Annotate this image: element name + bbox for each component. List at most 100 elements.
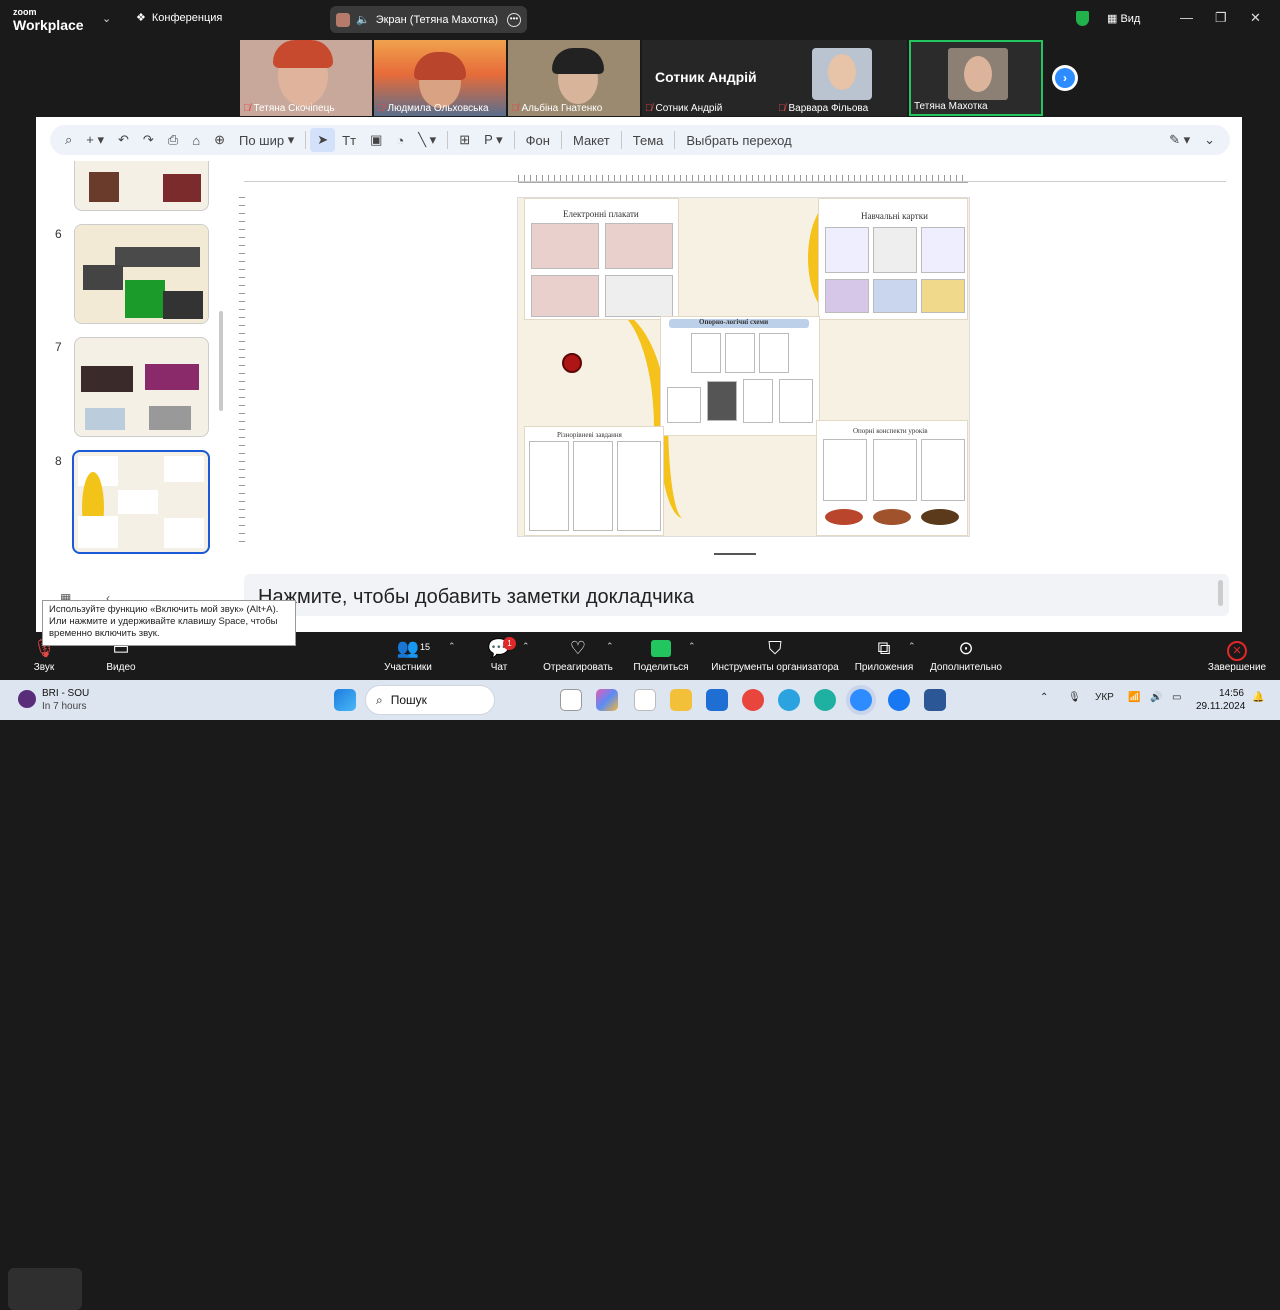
host-tools-button[interactable]: ⛉ Инструменты организатора: [708, 632, 842, 680]
shape-icon[interactable]: ◔: [389, 133, 411, 148]
conference-menu[interactable]: ❖ Конференция: [136, 11, 222, 25]
notes-scrollbar[interactable]: [1218, 580, 1223, 606]
facebook-icon[interactable]: [888, 689, 910, 711]
divider: [305, 131, 307, 149]
participant-tile[interactable]: 🎙̸ Тетяна Скочіпець: [240, 40, 372, 116]
redo-icon[interactable]: ↷: [136, 132, 161, 148]
chevron-down-icon[interactable]: ⌄: [1197, 132, 1222, 148]
theme-button[interactable]: Тема: [626, 133, 671, 148]
calendar-widget[interactable]: BRI - SOU In 7 hours: [42, 687, 89, 713]
zoom-logo: zoom Workplace: [13, 7, 84, 33]
zoom-icon[interactable]: ⊕: [207, 132, 232, 148]
restore-icon[interactable]: ❐: [1215, 10, 1227, 26]
slide-thumbnail[interactable]: [74, 161, 209, 211]
participants-button[interactable]: 👥 Участники 15 ⌃: [378, 632, 455, 680]
paw-icon: ❖: [136, 12, 146, 24]
close-icon[interactable]: ✕: [1250, 10, 1261, 26]
participant-tile[interactable]: 🎙̸ Альбіна Гнатенко: [508, 40, 640, 116]
mic-icon[interactable]: 🎙: [1068, 692, 1081, 703]
mic-off-icon: 🎙̸: [778, 103, 786, 114]
more-icon[interactable]: •••: [507, 12, 521, 27]
background-button[interactable]: Фон: [519, 133, 557, 148]
participant-video: [812, 48, 872, 100]
chrome-icon[interactable]: [742, 689, 764, 711]
format-icon[interactable]: P ▾: [477, 132, 510, 148]
chevron-up-icon[interactable]: ⌃: [688, 641, 696, 652]
copilot-icon[interactable]: [596, 689, 618, 711]
language-indicator[interactable]: УКР: [1095, 692, 1114, 703]
chat-button[interactable]: 💬 Чат 1 ⌃: [484, 632, 530, 680]
panel-lessons: Опорні конспекти уроків: [816, 420, 968, 536]
more-button[interactable]: ⊙ Дополнительно: [926, 632, 1006, 680]
screen-share-pill[interactable]: 🔈 Экран (Тетяна Махотка) •••: [330, 6, 527, 33]
zoom-select[interactable]: По шир ▾: [232, 132, 301, 148]
title-bar: zoom Workplace ⌄ ❖ Конференция 🔈 Экран (…: [0, 0, 1280, 38]
thumbnails-scrollbar[interactable]: [219, 311, 223, 411]
clock[interactable]: 14:56 29.11.2024: [1196, 687, 1245, 713]
slide-canvas[interactable]: Електронні плакати Навчальні картки Опор…: [517, 197, 970, 537]
react-button[interactable]: ♡ Отреагировать ⌃: [540, 632, 616, 680]
mic-off-icon: 🎙̸: [645, 103, 653, 114]
share-button[interactable]: Поделиться ⌃: [630, 632, 696, 680]
pen-icon[interactable]: ✎ ▾: [1162, 132, 1197, 148]
security-shield-icon[interactable]: [1076, 11, 1089, 26]
word-icon[interactable]: [924, 689, 946, 711]
telegram-icon[interactable]: [778, 689, 800, 711]
file-explorer-icon[interactable]: [670, 689, 692, 711]
participant-tile[interactable]: Сотник Андрій 🎙̸ Сотник Андрій 🎙̸ Варвара …: [642, 40, 907, 116]
select-cursor-icon[interactable]: ➤: [310, 128, 336, 152]
zoom-icon[interactable]: [850, 689, 872, 711]
minimize-icon[interactable]: —: [1180, 10, 1193, 25]
heart-icon: ♡: [569, 638, 587, 658]
weather-icon[interactable]: [18, 690, 36, 708]
chevron-up-icon[interactable]: ⌃: [1040, 692, 1048, 703]
notification-bell-icon[interactable]: 🔔: [1252, 692, 1264, 703]
task-view-icon[interactable]: [560, 689, 582, 711]
slide-thumbnail-selected[interactable]: [72, 450, 210, 554]
taskbar-search[interactable]: ⌕ Пошук: [365, 685, 495, 715]
print-icon[interactable]: ⎙: [161, 132, 185, 148]
divider: [620, 131, 622, 149]
view-button[interactable]: ▦ Вид: [1107, 12, 1140, 25]
participant-tile[interactable]: 🎙̸ Людмила Ольховська: [374, 40, 506, 116]
store-icon[interactable]: [706, 689, 728, 711]
wifi-icon[interactable]: 📶: [1128, 692, 1140, 703]
chevron-down-icon[interactable]: ⌄: [102, 12, 111, 25]
image-icon[interactable]: ▣: [363, 132, 389, 148]
next-participants-button[interactable]: ›: [1052, 65, 1078, 91]
end-button[interactable]: ✕ Завершение: [1204, 632, 1270, 680]
search-icon[interactable]: ⌕: [58, 132, 79, 148]
add-icon[interactable]: + ▾: [79, 132, 111, 148]
avatar: [336, 12, 350, 27]
chevron-up-icon[interactable]: ⌃: [522, 641, 530, 652]
chevron-up-icon[interactable]: ⌃: [448, 641, 456, 652]
start-icon[interactable]: [334, 689, 356, 711]
chevron-up-icon[interactable]: ⌃: [606, 641, 614, 652]
gallery-icon[interactable]: [634, 689, 656, 711]
battery-icon[interactable]: ▭: [1172, 692, 1181, 703]
slide-thumbnail[interactable]: [74, 224, 209, 324]
red-bead: [562, 353, 582, 373]
transition-button[interactable]: Выбрать переход: [679, 133, 798, 148]
apps-button[interactable]: ⧉ Приложения ⌃: [852, 632, 916, 680]
speaker-notes[interactable]: Нажмите, чтобы добавить заметки докладчи…: [244, 574, 1229, 616]
comment-icon[interactable]: ⊞: [452, 132, 477, 148]
undo-icon[interactable]: ↶: [111, 132, 136, 148]
textbox-icon[interactable]: Tт: [335, 133, 363, 148]
participant-tile-active[interactable]: Тетяна Махотка: [909, 40, 1043, 116]
chevron-up-icon[interactable]: ⌃: [908, 641, 916, 652]
search-icon: ⌕: [376, 692, 383, 707]
view-grid-icon: ▦: [1107, 13, 1121, 25]
volume-icon[interactable]: 🔊: [1150, 692, 1162, 703]
slide-thumbnail[interactable]: [74, 337, 209, 437]
paint-format-icon[interactable]: ⌂: [185, 133, 207, 148]
layout-button[interactable]: Макет: [566, 133, 617, 148]
edge-icon[interactable]: [814, 689, 836, 711]
participant-strip: 🎙̸ Тетяна Скочіпець 🎙̸ Людмила Ольховська …: [240, 40, 1043, 116]
slide-number: 8: [55, 454, 62, 468]
chat-badge: 1: [503, 637, 516, 650]
divider: [674, 131, 676, 149]
line-icon[interactable]: ╲ ▾: [411, 132, 443, 148]
notes-resize-handle[interactable]: [714, 553, 756, 555]
more-icon: ⊙: [958, 638, 974, 658]
